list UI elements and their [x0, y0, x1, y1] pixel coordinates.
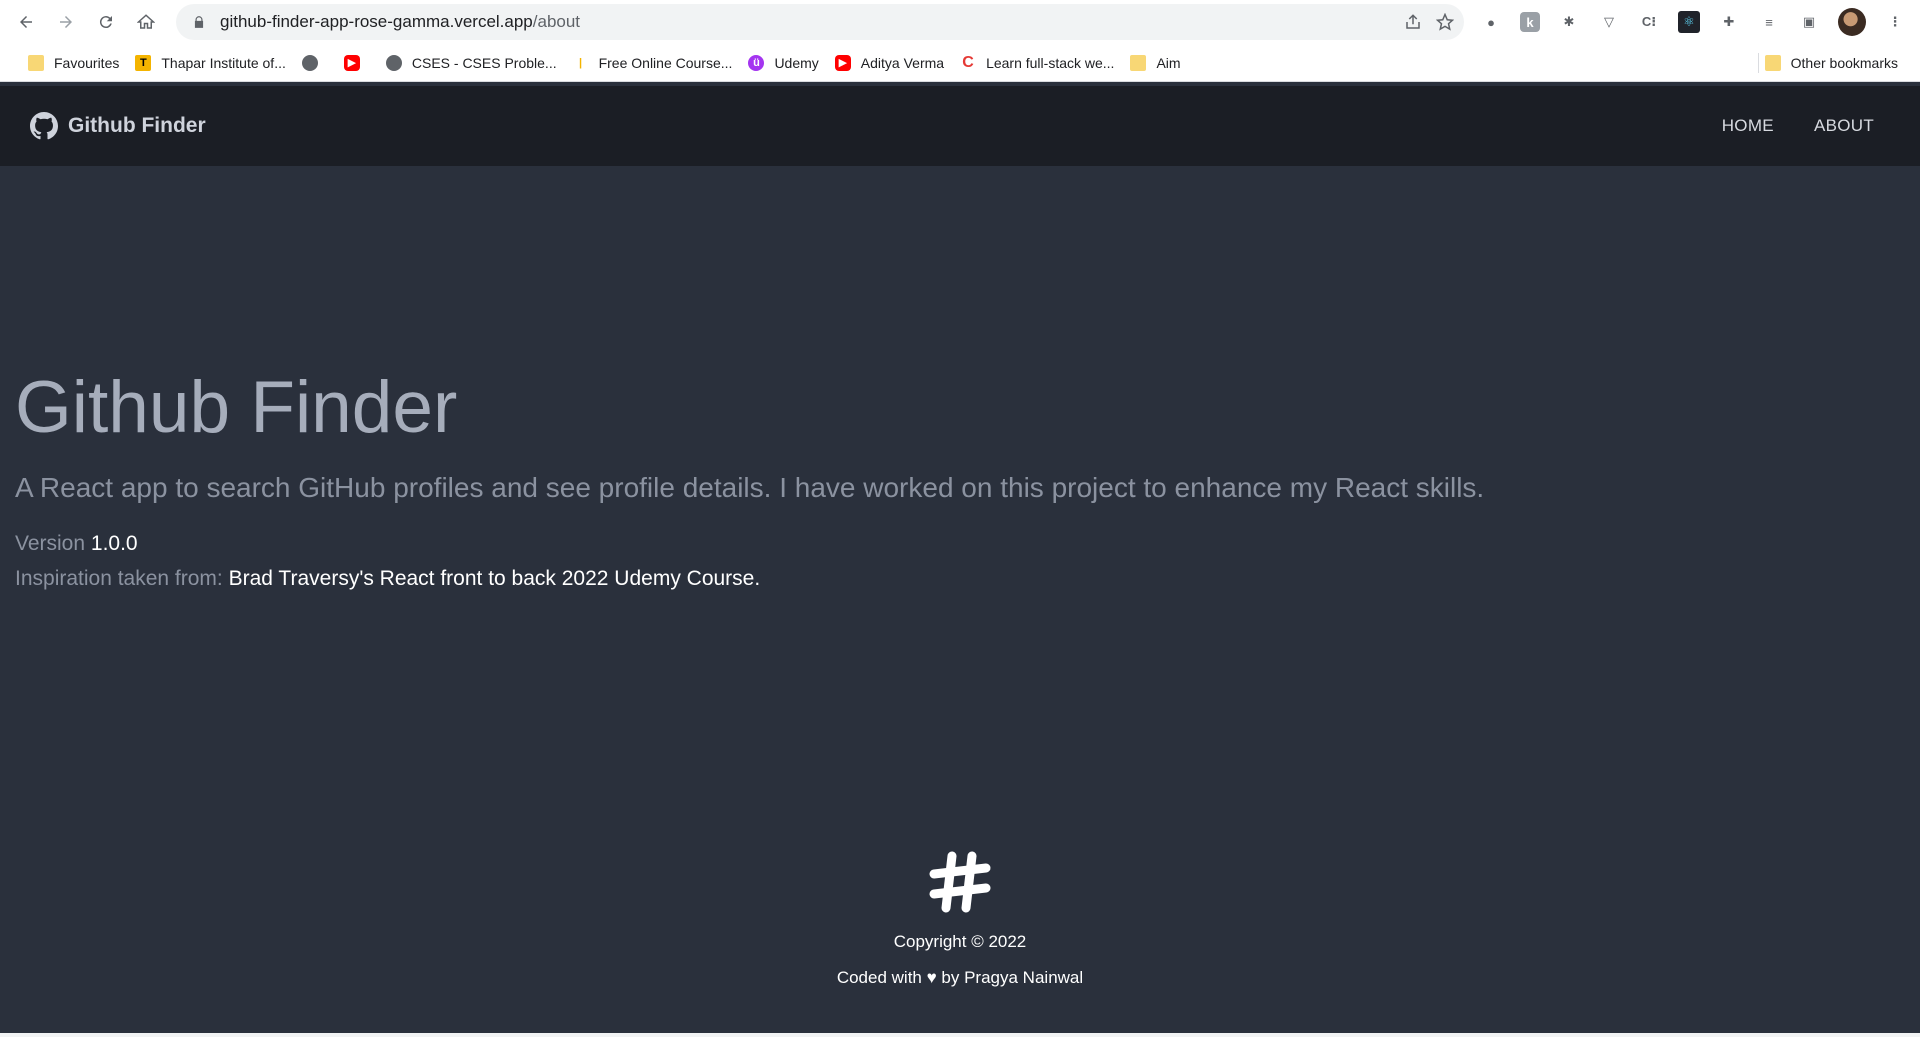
bookmark-learn-fullstack[interactable]: C Learn full-stack we... [952, 49, 1122, 77]
other-bookmarks[interactable]: Other bookmarks [1744, 49, 1906, 77]
brand-link[interactable]: Github Finder [30, 112, 206, 140]
reload-icon [99, 16, 112, 29]
github-icon [30, 112, 58, 140]
back-button[interactable] [6, 4, 46, 40]
address-bar[interactable]: github-finder-app-rose-gamma.vercel.app/… [176, 4, 1464, 40]
home-button[interactable] [126, 4, 166, 40]
side-panel-icon[interactable]: ▣ [1798, 11, 1820, 33]
thapar-icon: T [135, 54, 152, 71]
bookmark-aim[interactable]: Aim [1122, 49, 1188, 77]
profile-avatar[interactable] [1838, 8, 1866, 36]
inspiration-line: Inspiration taken from: Brad Traversy's … [15, 567, 760, 591]
menu-kebab-icon[interactable]: ⋮ [1884, 11, 1906, 33]
version-line: Version 1.0.0 [15, 532, 138, 556]
star-icon[interactable] [1436, 13, 1454, 31]
reload-button[interactable] [86, 4, 126, 40]
browser-toolbar: github-finder-app-rose-gamma.vercel.app/… [0, 0, 1920, 44]
bookmark-youtube[interactable]: ▶ [336, 49, 378, 77]
folder-icon [28, 54, 44, 71]
bookmark-label: Favourites [54, 54, 120, 71]
nav-home-link[interactable]: HOME [1722, 116, 1774, 136]
forward-button[interactable] [46, 4, 86, 40]
bookmark-divider [1757, 53, 1759, 73]
udemy-icon: ü [748, 54, 765, 71]
page-title: Github Finder [15, 367, 458, 448]
home-icon [137, 14, 155, 29]
c-icon: C [962, 53, 974, 71]
extensions-area: ● k ✱ ▽ C⁝ ⚛ ✚ ≡ ▣ ⋮ [1480, 4, 1906, 40]
copyright-text: Copyright © 2022 [893, 932, 1027, 951]
globe-icon [301, 54, 318, 71]
url-host: github-finder-app-rose-gamma.vercel.app [220, 12, 533, 31]
media-control-icon[interactable]: ≡ [1758, 11, 1780, 33]
react-devtools-icon[interactable]: ⚛ [1678, 11, 1700, 33]
bottom-edge [0, 1033, 1920, 1037]
version-value: 1.0.0 [90, 532, 138, 555]
lock-icon [194, 16, 204, 28]
bookmark-cses[interactable]: CSES - CSES Proble... [378, 49, 565, 77]
brand-title: Github Finder [68, 114, 206, 137]
youtube-icon: ▶ [834, 54, 851, 71]
forward-arrow-icon [60, 16, 72, 28]
bookmark-label: Thapar Institute of... [161, 54, 286, 71]
bookmarks-bar: Favourites T Thapar Institute of... ▶ CSE… [0, 44, 1920, 82]
bookmark-aditya-verma[interactable]: ▶ Aditya Verma [827, 49, 952, 77]
bookmark-label: Aim [1156, 54, 1181, 71]
page-description: A React app to search GitHub profiles an… [15, 472, 1485, 503]
puzzle-icon[interactable]: ✚ [1718, 11, 1740, 33]
credit-text: Coded with ♥ by Pragya Nainwal [836, 968, 1084, 987]
about-page: Github Finder A React app to search GitH… [0, 166, 1920, 1037]
bookmark-thapar[interactable]: T Thapar Institute of... [127, 49, 294, 77]
folder-icon [1130, 54, 1147, 71]
nav-links: HOME ABOUT [1722, 86, 1874, 166]
bookmark-label: Free Online Course... [598, 54, 733, 71]
bug-extension-icon[interactable]: ✱ [1558, 11, 1580, 33]
bars-icon: | [579, 56, 583, 69]
url-text: github-finder-app-rose-gamma.vercel.app/… [220, 12, 580, 32]
bookmark-globe[interactable] [294, 49, 336, 77]
folder-icon [1764, 55, 1781, 71]
c-extension-icon[interactable]: C⁝ [1638, 11, 1660, 33]
bookmark-label: Aditya Verma [860, 54, 945, 71]
bookmark-free-online-course[interactable]: | Free Online Course... [565, 49, 741, 77]
url-path: /about [532, 12, 581, 31]
share-icon[interactable] [1404, 13, 1422, 31]
inspiration-link[interactable]: Brad Traversy's React front to back 2022… [229, 567, 761, 590]
inspiration-label: Inspiration taken from: [15, 567, 223, 590]
bookmark-label: Udemy [774, 54, 819, 71]
nav-about-link[interactable]: ABOUT [1814, 116, 1874, 136]
other-bookmarks-label: Other bookmarks [1790, 55, 1898, 71]
brain-extension-icon[interactable]: ● [1480, 11, 1502, 33]
footer: Copyright © 2022 Coded with ♥ by Pragya … [0, 850, 1920, 996]
bookmark-favourites[interactable]: Favourites [20, 49, 127, 77]
bookmark-label: CSES - CSES Proble... [411, 54, 557, 71]
version-label: Version [15, 532, 86, 555]
youtube-icon: ▶ [343, 54, 360, 71]
globe-icon [385, 54, 402, 71]
hashtag-logo-icon [929, 851, 991, 913]
shield-extension-icon[interactable]: ▽ [1598, 11, 1620, 33]
k-extension-icon[interactable]: k [1520, 12, 1540, 32]
back-arrow-icon [20, 16, 32, 28]
app-navbar: Github Finder HOME ABOUT [0, 86, 1920, 166]
bookmark-udemy[interactable]: ü Udemy [740, 49, 826, 77]
bookmark-label: Learn full-stack we... [986, 54, 1115, 71]
